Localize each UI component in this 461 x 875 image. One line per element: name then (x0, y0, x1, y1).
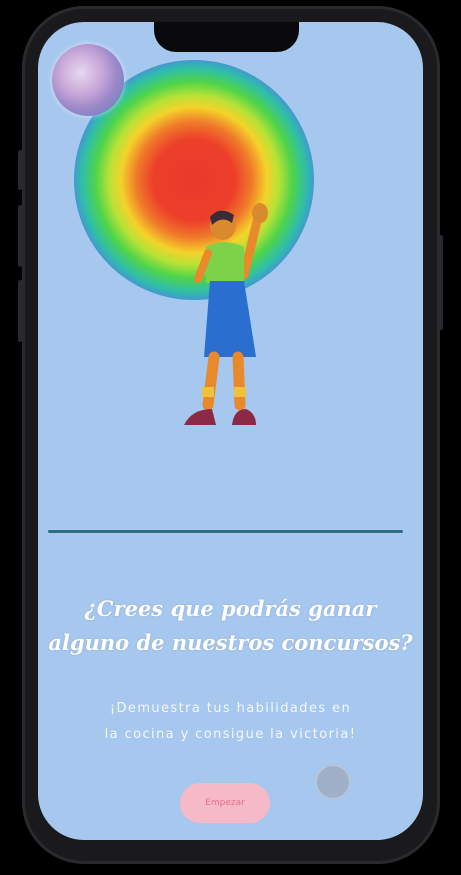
onboarding-headline: ¿Crees que podrás ganar alguno de nuestr… (38, 592, 423, 660)
phone-side-button (18, 280, 23, 342)
start-button[interactable]: Empezar (180, 783, 270, 823)
phone-side-button (18, 150, 23, 190)
phone-side-button (438, 235, 443, 330)
subtext-line: ¡Demuestra tus habilidades en (109, 701, 352, 716)
user-avatar-icon[interactable] (52, 44, 124, 116)
headline-line: ¿Crees que podrás ganar (84, 596, 377, 621)
headline-line: alguno de nuestros concursos? (48, 630, 413, 655)
section-divider (48, 530, 403, 533)
onboarding-subtext: ¡Demuestra tus habilidades en la cocina … (38, 696, 423, 748)
phone-notch (154, 22, 299, 52)
next-circle-icon[interactable] (315, 764, 351, 800)
person-illustration (184, 203, 268, 425)
app-screen: ¿Crees que podrás ganar alguno de nuestr… (38, 22, 423, 840)
phone-side-button (18, 205, 23, 267)
subtext-line: la cocina y consigue la victoria! (104, 727, 357, 742)
